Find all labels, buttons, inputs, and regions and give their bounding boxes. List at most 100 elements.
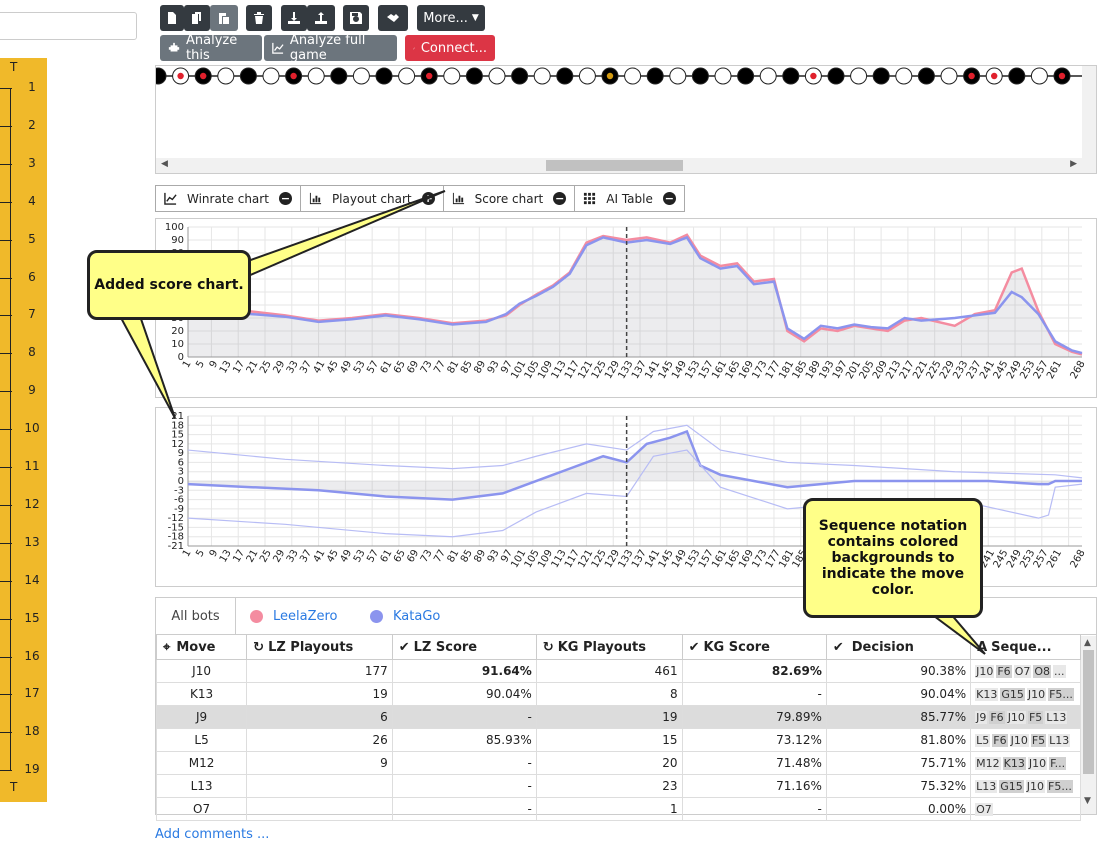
tab-label: LeelaZero (273, 609, 338, 624)
move-stone[interactable] (398, 67, 416, 85)
new-file-button[interactable] (160, 5, 184, 31)
move-stone[interactable] (827, 67, 845, 85)
scrollbar-thumb[interactable] (546, 160, 683, 171)
move-stone[interactable] (465, 67, 483, 85)
move-stone[interactable] (850, 67, 868, 85)
x-tick-label: 25 (258, 359, 274, 376)
move-stone[interactable] (262, 67, 280, 85)
scrollbar-thumb[interactable] (1083, 650, 1094, 774)
connect-button[interactable]: Connect... (405, 35, 495, 61)
move-stone[interactable] (1030, 67, 1048, 85)
delete-button[interactable] (246, 5, 272, 31)
table-cell-dec: 0.00% (825, 797, 972, 821)
download-button[interactable] (281, 5, 307, 31)
table-scrollbar[interactable]: ▲ ▼ (1081, 636, 1096, 814)
scroll-left-icon[interactable]: ◀ (161, 159, 168, 169)
tab-ai-table[interactable]: AI Table − (575, 186, 684, 211)
analyze-this-button[interactable]: Analyze this (160, 33, 262, 63)
scroll-right-icon[interactable]: ▶ (1070, 159, 1077, 169)
move-stone[interactable] (872, 67, 890, 85)
move-stone[interactable] (624, 67, 642, 85)
tab-katago[interactable]: KataGo (370, 598, 440, 635)
minus-circle-icon[interactable]: − (278, 192, 292, 205)
table-row[interactable]: J9 6-19 79.89% 85.77% J9 F6 J10 F5 L13 (155, 705, 1081, 729)
move-sequence[interactable] (156, 66, 1082, 88)
go-board[interactable]: T 1 2 3 4 5 6 7 8 9 10 11 12 13 14 15 16 17 18 19 T (0, 58, 47, 802)
move-stone[interactable] (375, 67, 393, 85)
vertical-scrollbar[interactable] (1082, 66, 1096, 173)
column-header-lz-score[interactable]: ✔ LZ Score (391, 634, 537, 660)
tab-all-bots[interactable]: All bots (156, 598, 236, 635)
search-input[interactable] (0, 12, 137, 40)
move-stone[interactable] (669, 67, 687, 85)
header-label: Move (176, 639, 216, 655)
move-stone[interactable] (578, 67, 596, 85)
winrate-chart[interactable]: 1009080706050403020100159131721252933374… (156, 219, 1096, 397)
move-stone[interactable] (940, 67, 958, 85)
tab-winrate-chart[interactable]: Winrate chart − (156, 186, 301, 211)
move-stone[interactable] (759, 67, 777, 85)
move-stone[interactable] (646, 67, 664, 85)
more-dropdown[interactable]: More... ▼ (417, 5, 485, 31)
board-grid-line (0, 88, 12, 89)
move-stone[interactable] (782, 67, 800, 85)
paste-button[interactable] (210, 5, 238, 31)
handshake-icon (387, 14, 399, 22)
move-stone[interactable] (556, 67, 574, 85)
table-row[interactable]: L5 26 85.93% 15 73.12% 81.80% L5 F6 J10 F5 L13 (155, 728, 1081, 752)
move-stone[interactable] (352, 67, 370, 85)
move-stone[interactable] (714, 67, 732, 85)
move-stone[interactable] (1008, 67, 1026, 85)
table-row[interactable]: L13-23 71.16% 75.32% L13 G15 J10 F5... (155, 774, 1081, 798)
tab-leelazero[interactable]: LeelaZero (250, 598, 338, 635)
move-stone[interactable] (330, 67, 348, 85)
table-row[interactable]: J10 177 91.64% 461 82.69% 90.38% J10 F6 O7 O8... (155, 659, 1081, 683)
line-chart-icon (164, 192, 177, 205)
tab-label: KataGo (393, 609, 441, 624)
column-header-kg-score[interactable]: ✔ KG Score (681, 634, 827, 660)
horizontal-scrollbar[interactable]: ◀ ▶ (156, 158, 1082, 173)
upload-button[interactable] (307, 5, 335, 31)
board-grid-line (0, 504, 12, 506)
move-timeline[interactable]: ◀ ▶ (155, 65, 1097, 174)
tab-playout-chart[interactable]: Playout chart + (301, 186, 444, 211)
table-row[interactable]: M12 9-20 71.48% 75.71% M12 K13 J10 F... (155, 751, 1081, 775)
column-header-sequence[interactable]: A Seque... (970, 634, 1081, 660)
trash-icon (254, 12, 264, 24)
move-stone[interactable] (895, 67, 913, 85)
move-stone[interactable] (533, 67, 551, 85)
table-row[interactable]: K13 19 90.04% 8-90.04% K13 G15 J10 F5... (155, 682, 1081, 706)
move-stone[interactable] (156, 67, 167, 85)
move-stone[interactable] (691, 67, 709, 85)
scroll-up-icon[interactable]: ▲ (1084, 638, 1091, 648)
crosshair-icon: ⌖ (163, 639, 171, 655)
move-stone[interactable] (239, 67, 257, 85)
x-tick-label: 57 (365, 548, 381, 565)
save-button[interactable] (343, 5, 369, 31)
add-comments-link[interactable]: Add comments ... (155, 827, 269, 842)
scroll-down-icon[interactable]: ▼ (1084, 796, 1091, 806)
table-cell-dec: 90.38% (825, 659, 972, 683)
move-stone[interactable] (737, 67, 755, 85)
plus-circle-icon[interactable]: + (421, 192, 435, 205)
move-stone[interactable] (488, 67, 506, 85)
analyze-full-game-button[interactable]: Analyze full game (264, 33, 397, 63)
table-cell-lzp: 177 (246, 659, 393, 683)
column-header-lz-playouts[interactable]: ↻ LZ Playouts (246, 634, 393, 660)
move-stone[interactable] (917, 67, 935, 85)
minus-circle-icon[interactable]: − (662, 192, 676, 205)
copy-button[interactable] (184, 5, 210, 31)
move-stone[interactable] (217, 67, 235, 85)
move-stone[interactable] (443, 67, 461, 85)
column-header-decision[interactable]: ✔ Decision (825, 634, 972, 660)
move-stone[interactable] (511, 67, 529, 85)
move-stone[interactable] (307, 67, 325, 85)
mistake-marker (991, 72, 998, 80)
minus-circle-icon[interactable]: − (553, 192, 567, 205)
table-row[interactable]: O7-1-0.00% O7 (155, 797, 1081, 821)
column-header-kg-playouts[interactable]: ↻ KG Playouts (535, 634, 683, 660)
column-header-move[interactable]: ⌖ Move (155, 634, 248, 660)
tab-score-chart[interactable]: Score chart − (444, 186, 576, 211)
share-button[interactable] (378, 5, 408, 31)
x-tick-label: 33 (285, 359, 301, 376)
